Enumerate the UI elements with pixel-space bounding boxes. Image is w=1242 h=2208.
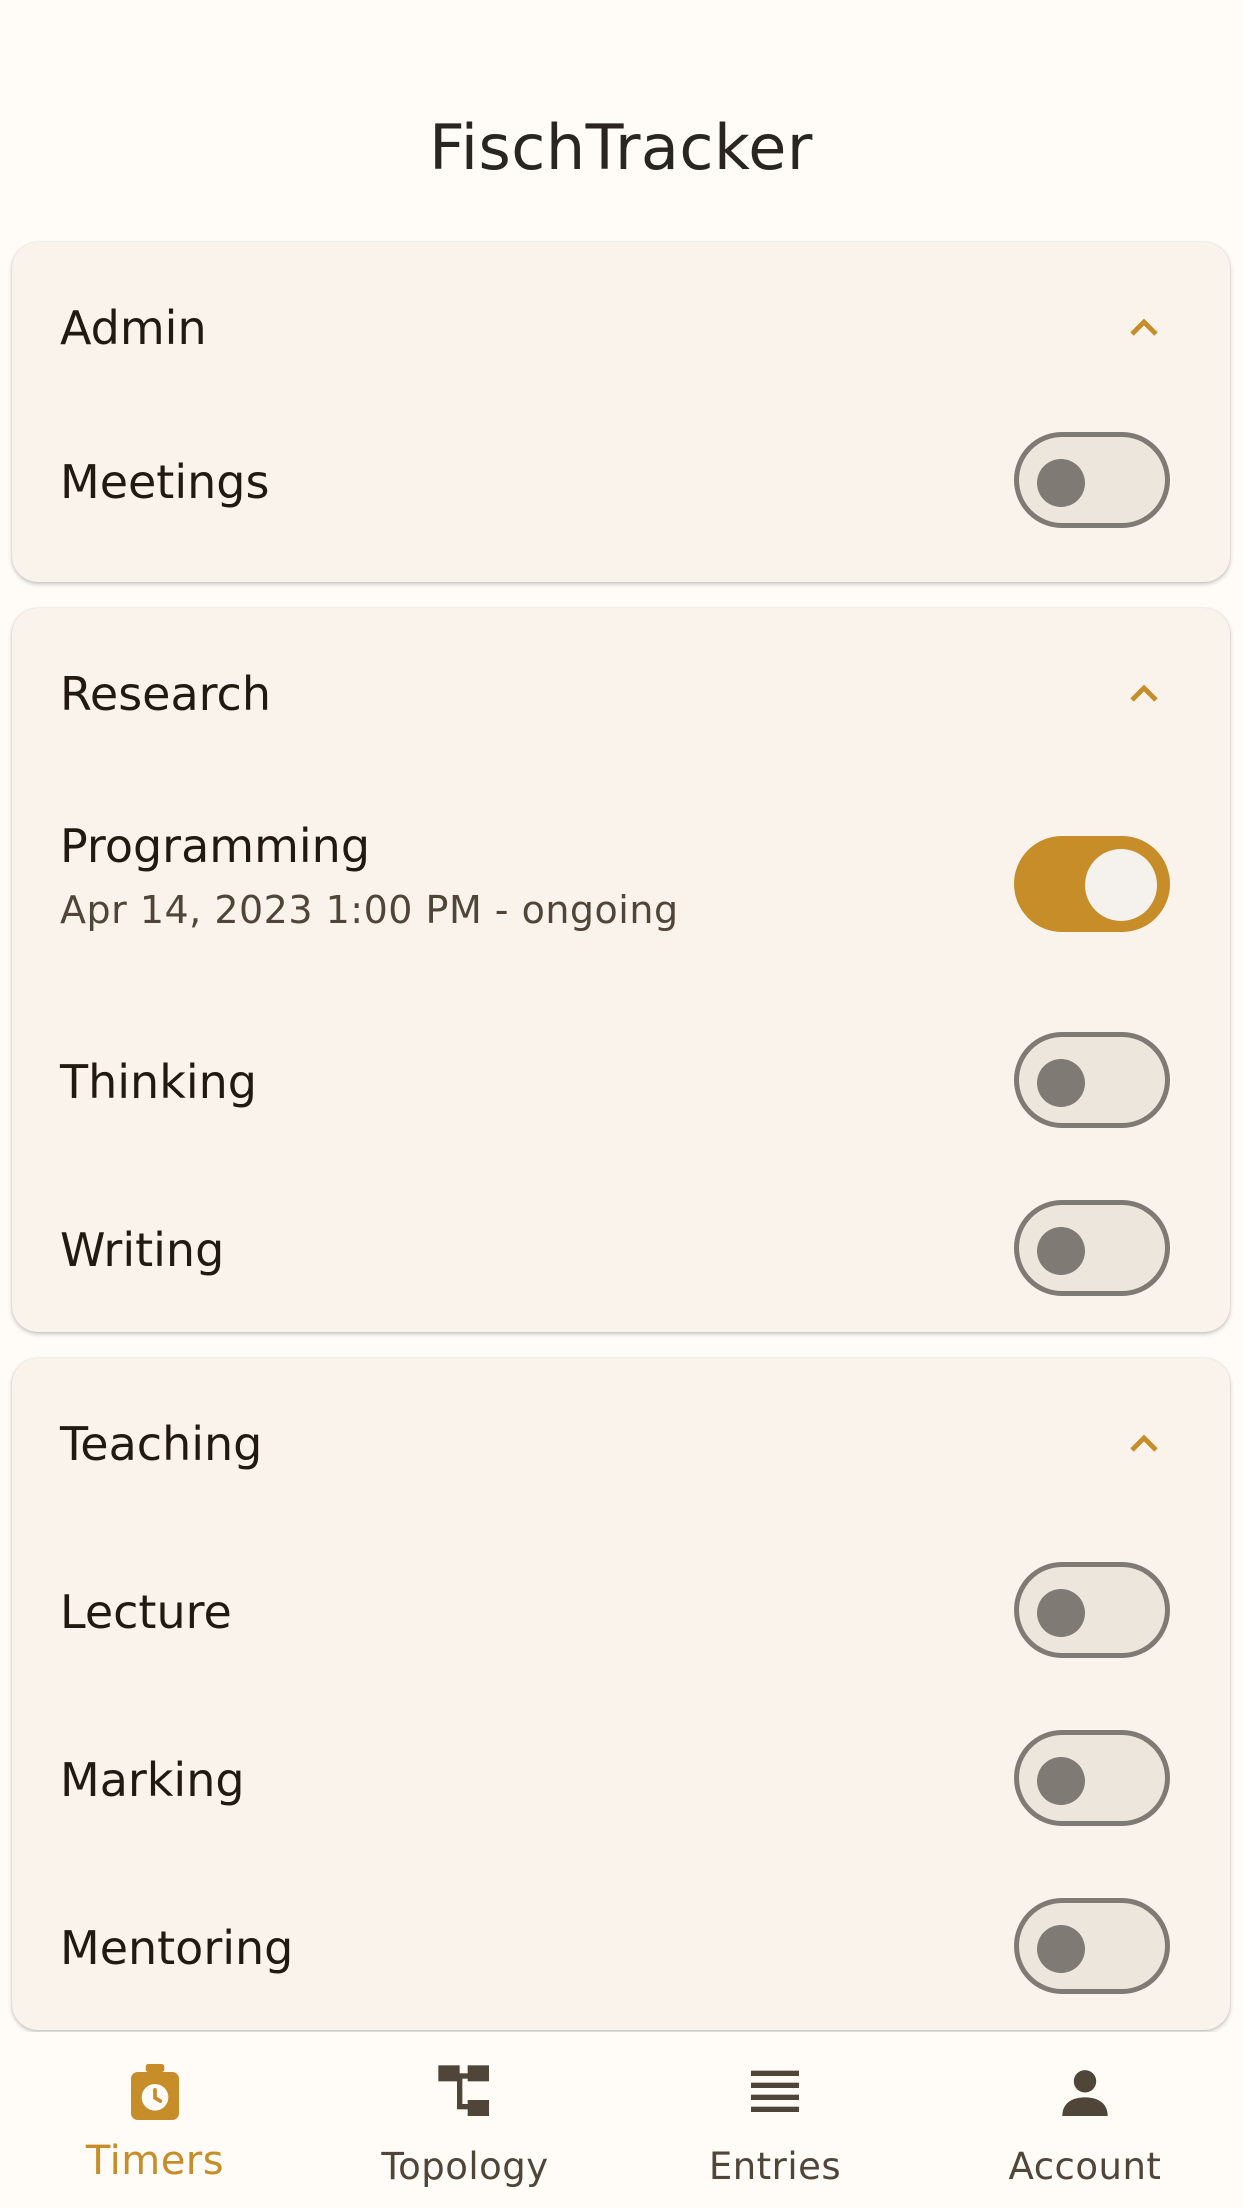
timer-toggle-thinking[interactable] xyxy=(1014,1032,1170,1128)
timer-row-lecture: Lecture xyxy=(12,1528,1230,1696)
app-bar: FischTracker xyxy=(0,0,1242,228)
nav-item-account[interactable]: Account xyxy=(930,2032,1240,2208)
group-card-teaching: Teaching Lecture Marking Mentoring xyxy=(12,1358,1230,2030)
timer-list[interactable]: Admin Meetings Research Programming Apr … xyxy=(0,228,1242,2032)
timer-label: Thinking xyxy=(60,1055,257,1109)
timer-row-meetings: Meetings xyxy=(12,412,1230,580)
timer-toggle-marking[interactable] xyxy=(1014,1730,1170,1826)
timer-row-thinking: Thinking xyxy=(12,998,1230,1166)
switch-thumb xyxy=(1037,1589,1085,1637)
app-title: FischTracker xyxy=(429,111,813,184)
timer-toggle-programming[interactable] xyxy=(1014,836,1170,932)
timer-toggle-lecture[interactable] xyxy=(1014,1562,1170,1658)
nav-label: Entries xyxy=(708,2145,842,2188)
chevron-up-icon[interactable] xyxy=(1120,670,1168,718)
group-header-research[interactable]: Research xyxy=(12,608,1230,778)
timer-row-mentoring: Mentoring xyxy=(12,1864,1230,2030)
tree-icon xyxy=(438,2065,489,2116)
switch-thumb xyxy=(1037,459,1085,507)
nav-item-topology[interactable]: Topology xyxy=(310,2032,620,2208)
switch-thumb xyxy=(1085,849,1157,921)
timer-label: Meetings xyxy=(60,455,270,509)
chevron-up-icon[interactable] xyxy=(1120,1420,1168,1468)
switch-thumb xyxy=(1037,1227,1085,1275)
nav-item-entries[interactable]: Entries xyxy=(620,2032,930,2208)
switch-thumb xyxy=(1037,1757,1085,1805)
group-card-admin: Admin Meetings xyxy=(12,242,1230,582)
group-title: Research xyxy=(60,667,271,721)
timer-row-writing: Writing xyxy=(12,1166,1230,1332)
timer-toggle-meetings[interactable] xyxy=(1014,432,1170,528)
switch-thumb xyxy=(1037,1059,1085,1107)
group-title: Teaching xyxy=(60,1417,263,1471)
timer-row-programming: Programming Apr 14, 2023 1:00 PM - ongoi… xyxy=(12,778,1230,998)
timer-label: Mentoring xyxy=(60,1921,294,1975)
timer-status: Apr 14, 2023 1:00 PM - ongoing xyxy=(60,888,679,932)
timer-label: Programming xyxy=(60,819,371,873)
chevron-up-icon[interactable] xyxy=(1120,304,1168,352)
timer-toggle-mentoring[interactable] xyxy=(1014,1898,1170,1994)
person-icon xyxy=(1062,2070,1108,2116)
bottom-navigation: Timers Topology Entries Account xyxy=(0,2032,1242,2208)
group-header-teaching[interactable]: Teaching xyxy=(12,1358,1230,1528)
group-header-admin[interactable]: Admin xyxy=(12,242,1230,412)
timer-label: Writing xyxy=(60,1223,225,1277)
nav-label: Timers xyxy=(85,2138,225,2184)
timer-row-marking: Marking xyxy=(12,1696,1230,1864)
timer-icon xyxy=(131,2064,179,2120)
nav-label: Topology xyxy=(381,2145,549,2188)
group-title: Admin xyxy=(60,301,207,355)
switch-thumb xyxy=(1037,1925,1085,1973)
timer-label: Lecture xyxy=(60,1585,232,1639)
nav-item-timers[interactable]: Timers xyxy=(0,2032,310,2208)
group-card-research: Research Programming Apr 14, 2023 1:00 P… xyxy=(12,608,1230,1332)
timer-toggle-writing[interactable] xyxy=(1014,1200,1170,1296)
timer-label: Marking xyxy=(60,1753,245,1807)
list-icon xyxy=(751,2070,799,2112)
nav-label: Account xyxy=(1008,2145,1162,2188)
